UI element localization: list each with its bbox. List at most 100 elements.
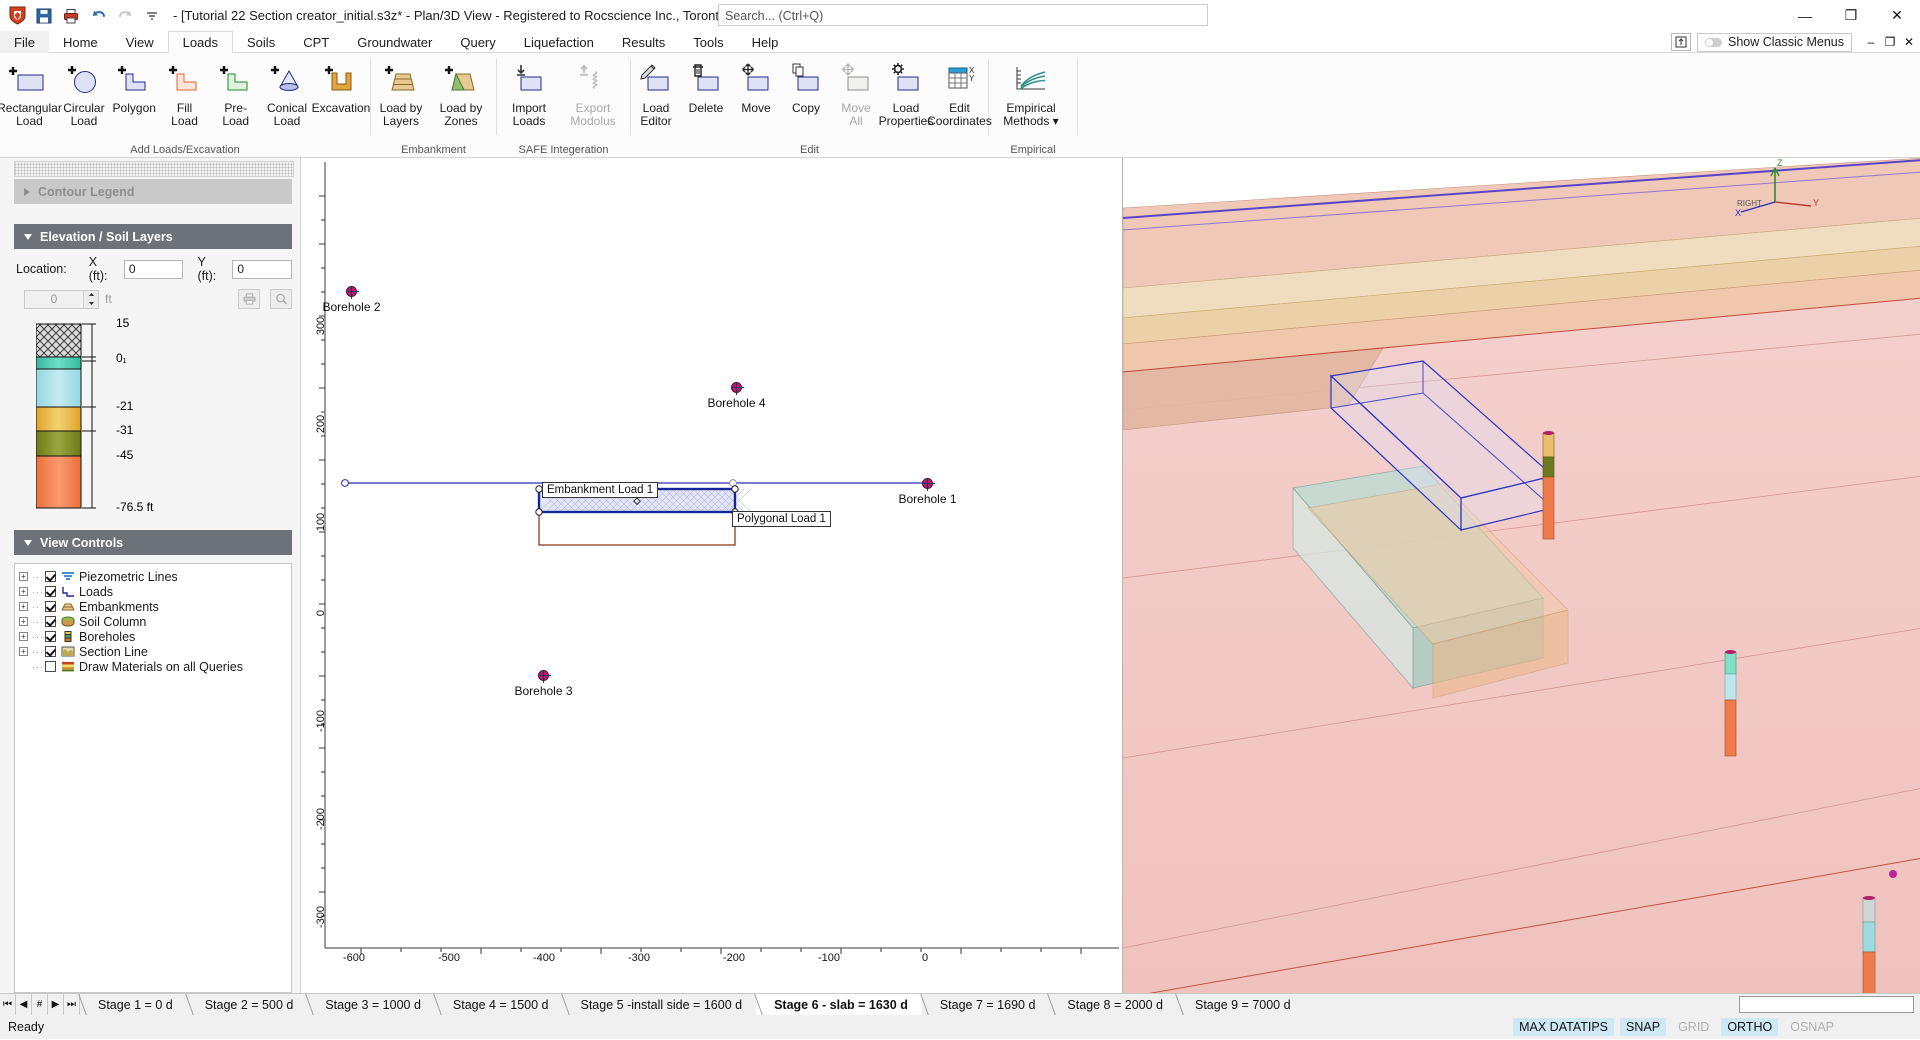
inner-minimize-button[interactable]: – [1862,35,1880,49]
borehole-marker-3[interactable]: Borehole 3 [538,670,549,681]
print-icon[interactable] [60,5,82,27]
checkbox-section-line[interactable] [45,646,56,657]
tab-cpt[interactable]: CPT [289,31,343,53]
expand-icon[interactable]: + [19,617,28,626]
elevation-soil-layers-header[interactable]: Elevation / Soil Layers [14,224,292,249]
ribbon-button-polygon[interactable]: Polygon [109,57,160,117]
tab-groundwater[interactable]: Groundwater [343,31,446,53]
view-controls-header[interactable]: View Controls [14,530,292,555]
ribbon-button-load-by-layers[interactable]: Load by Layers [371,57,431,130]
tree-item-boreholes[interactable]: +··· Boreholes [19,629,287,644]
show-classic-menus-toggle[interactable]: Show Classic Menus [1697,33,1852,52]
expand-icon[interactable]: + [19,572,28,581]
stepper-up-icon[interactable] [84,291,98,300]
tab-results[interactable]: Results [608,31,679,53]
borehole-marker-4[interactable]: Borehole 4 [731,382,742,393]
checkbox-embankments[interactable] [45,601,56,612]
elevation-stepper-arrows[interactable] [83,291,98,308]
customize-quick-access-icon[interactable] [141,5,163,27]
tab-soils[interactable]: Soils [233,31,289,53]
status-toggle-grid[interactable]: GRID [1672,1018,1715,1036]
ribbon-button-fill-load[interactable]: Fill Load [160,57,210,130]
tree-item-draw-materials[interactable]: +··· Draw Materials on all Queries [19,659,287,674]
stage-tab-8[interactable]: Stage 8 = 2000 d [1049,994,1177,1015]
tab-file[interactable]: File [0,31,49,53]
ribbon-button-move[interactable]: Move [731,57,781,117]
expand-icon[interactable]: + [19,647,28,656]
tab-view[interactable]: View [112,31,168,53]
ribbon-button-copy[interactable]: Copy [781,57,831,117]
stage-tab-3[interactable]: Stage 3 = 1000 d [307,994,435,1015]
minimize-button[interactable]: — [1782,0,1828,31]
ribbon-button-excavation[interactable]: Excavation [312,57,370,117]
y-input[interactable]: 0 [232,260,292,279]
tree-item-embankments[interactable]: +··· Embankments [19,599,287,614]
callout-polygonal-load-1[interactable]: Polygonal Load 1 [732,511,831,527]
ribbon-button-conical-load[interactable]: Conical Load [262,57,312,130]
status-toggle-snap[interactable]: SNAP [1620,1018,1666,1036]
undo-icon[interactable] [87,5,109,27]
stage-tab-4[interactable]: Stage 4 = 1500 d [435,994,563,1015]
checkbox-loads[interactable] [45,586,56,597]
stage-tab-7[interactable]: Stage 7 = 1690 d [922,994,1050,1015]
print-soil-column-button[interactable] [238,289,260,309]
ribbon-button-empirical-methods[interactable]: Empirical Methods ▾ [989,57,1073,130]
status-toggle-max-datatips[interactable]: MAX DATATIPS [1513,1018,1614,1036]
stage-tab-1[interactable]: Stage 1 = 0 d [80,994,187,1015]
zoom-soil-column-button[interactable] [270,289,292,309]
stage-last-button[interactable]: ⏭ [64,994,80,1015]
ribbon-button-import-loads[interactable]: Import Loads [497,57,561,130]
stage-tab-5[interactable]: Stage 5 -install side = 1600 d [563,994,757,1015]
ribbon-button-edit-coordinates[interactable]: XY Edit Coordinates [931,57,988,130]
tab-loads[interactable]: Loads [168,31,233,53]
plan-view[interactable]: 300 200 100 0 -100 -200 -300 -600 -500 -… [301,158,1123,993]
expand-icon[interactable]: + [19,632,28,641]
collapse-ribbon-icon[interactable] [1671,33,1691,51]
classic-menus-toggle-pill[interactable] [1705,38,1722,47]
stage-next-button[interactable]: ▶ [48,994,64,1015]
ribbon-button-load-editor[interactable]: Load Editor [631,57,681,130]
three-d-canvas[interactable]: Z X Y RIGHT [1123,158,1920,993]
close-button[interactable]: ✕ [1874,0,1920,31]
stage-tab-6[interactable]: Stage 6 - slab = 1630 d [756,994,922,1015]
inner-close-button[interactable]: ✕ [1900,35,1918,49]
stage-tab-2[interactable]: Stage 2 = 500 d [187,994,308,1015]
ribbon-button-circular-load[interactable]: Circular Load [59,57,109,130]
status-toggle-ortho[interactable]: ORTHO [1721,1018,1778,1036]
tab-home[interactable]: Home [49,31,112,53]
borehole-marker-1[interactable]: Borehole 1 [922,478,933,489]
ribbon-button-load-properties[interactable]: Load Properties [881,57,931,130]
maximize-button[interactable]: ❐ [1828,0,1874,31]
tab-help[interactable]: Help [738,31,793,53]
expand-icon[interactable]: + [19,587,28,596]
tree-item-loads[interactable]: +··· Loads [19,584,287,599]
tab-query[interactable]: Query [446,31,509,53]
borehole-marker-2[interactable]: Borehole 2 [346,286,357,297]
stage-tab-9[interactable]: Stage 9 = 7000 d [1177,994,1305,1015]
checkbox-piezometric-lines[interactable] [45,571,56,582]
tree-item-section-line[interactable]: +··· Section Line [19,644,287,659]
stage-prev-button[interactable]: ◀ [16,994,32,1015]
stepper-down-icon[interactable] [84,299,98,308]
checkbox-boreholes[interactable] [45,631,56,642]
stage-bar-input[interactable] [1739,996,1914,1013]
ribbon-button-load-by-zones[interactable]: Load by Zones [431,57,491,130]
stage-number-button[interactable]: # [32,994,48,1015]
tab-tools[interactable]: Tools [679,31,737,53]
tree-item-piezometric-lines[interactable]: +··· Piezometric Lines [19,569,287,584]
elevation-stepper[interactable]: 0 [24,290,99,309]
x-input[interactable]: 0 [124,260,184,279]
tab-liquefaction[interactable]: Liquefaction [510,31,608,53]
ribbon-button-pre-load[interactable]: Pre-Load [210,57,262,130]
expand-icon[interactable]: + [19,602,28,611]
sidebar-gripper[interactable] [14,161,294,177]
inner-restore-button[interactable]: ❐ [1881,35,1899,49]
tree-item-soil-column[interactable]: +··· Soil Column [19,614,287,629]
callout-embankment-load-1[interactable]: Embankment Load 1 [542,482,658,498]
three-d-view[interactable]: Z X Y RIGHT [1123,158,1920,993]
checkbox-soil-column[interactable] [45,616,56,627]
stage-first-button[interactable]: ⏮ [0,994,16,1015]
search-input[interactable]: Search... (Ctrl+Q) [718,4,1208,26]
status-toggle-osnap[interactable]: OSNAP [1784,1018,1840,1036]
plan-view-canvas[interactable] [301,158,1123,998]
